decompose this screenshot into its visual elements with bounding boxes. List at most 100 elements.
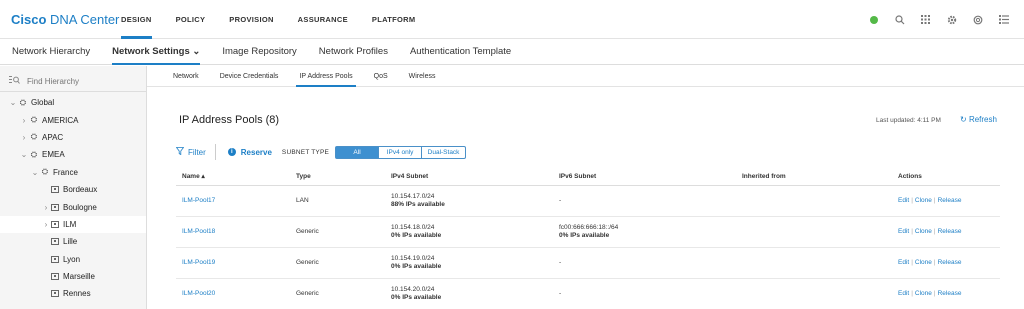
ipv6-subnet: -: [559, 197, 562, 204]
building-icon: [51, 203, 59, 211]
tree-node-lille[interactable]: Lille: [0, 233, 146, 250]
hierarchy-search-input[interactable]: [27, 76, 127, 86]
pool-name-link[interactable]: ILM-Pool17: [182, 185, 296, 217]
pool-ipv6: -: [559, 247, 742, 279]
tree-node-boulogne[interactable]: › Boulogne: [0, 198, 146, 215]
tree-node-marseille[interactable]: Marseille: [0, 268, 146, 285]
tree-node-label: France: [53, 167, 78, 177]
tree-node-label: EMEA: [42, 150, 65, 160]
pool-name-link[interactable]: ILM-Pool18: [182, 216, 296, 248]
tree-node-label: Boulogne: [63, 202, 97, 212]
topnav-platform[interactable]: PLATFORM: [360, 0, 428, 39]
search-icon[interactable]: [893, 13, 906, 26]
tab-ip-address-pools[interactable]: IP Address Pools: [296, 66, 356, 87]
chevron-right-icon[interactable]: ›: [41, 220, 51, 229]
edit-link[interactable]: Edit: [898, 290, 909, 297]
info-icon: i: [227, 148, 236, 156]
chevron-down-icon[interactable]: ⌄: [30, 168, 40, 177]
subnav-network-profiles[interactable]: Network Profiles: [308, 40, 399, 64]
pool-inherited: [742, 247, 898, 279]
column-ipv4-subnet[interactable]: IPv4 Subnet: [391, 168, 559, 186]
clone-link[interactable]: Clone: [915, 290, 932, 297]
release-link[interactable]: Release: [938, 197, 962, 204]
tab-wireless[interactable]: Wireless: [409, 66, 436, 86]
tree-node-label: Marseille: [63, 272, 96, 282]
column-inherited-from[interactable]: Inherited from: [742, 168, 898, 186]
tree-node-label: Lille: [63, 237, 78, 247]
building-icon: [51, 255, 59, 263]
topnav-design[interactable]: DESIGN: [121, 0, 164, 39]
chevron-down-icon[interactable]: ⌄: [8, 98, 18, 107]
tree-node-rennes[interactable]: Rennes: [0, 285, 146, 302]
globe-icon: ⛭: [30, 115, 38, 125]
clone-link[interactable]: Clone: [915, 197, 932, 204]
ipv6-subnet: -: [559, 259, 562, 266]
pool-ipv4: 10.154.20.0/24 0% IPs available: [391, 278, 559, 309]
column-type[interactable]: Type: [296, 168, 391, 186]
release-link[interactable]: Release: [938, 259, 962, 266]
subnet-option-ipv4-only[interactable]: IPv4 only: [379, 146, 423, 158]
tab-qos[interactable]: QoS: [374, 66, 388, 86]
tree-node-ilm[interactable]: › ILM: [0, 215, 146, 234]
status-icon[interactable]: [867, 13, 880, 26]
pool-type: Generic: [296, 278, 391, 309]
pool-type: Generic: [296, 247, 391, 279]
apps-grid-icon[interactable]: [919, 13, 932, 26]
edit-link[interactable]: Edit: [898, 197, 909, 204]
tree-node-lyon[interactable]: Lyon: [0, 251, 146, 268]
release-link[interactable]: Release: [938, 228, 962, 235]
brand-logo[interactable]: Cisco DNA Center: [11, 12, 119, 27]
menu-icon[interactable]: [997, 13, 1010, 26]
subnav-network-hierarchy[interactable]: Network Hierarchy: [0, 40, 101, 64]
tree-node-bordeaux[interactable]: Bordeaux: [0, 181, 146, 198]
clone-link[interactable]: Clone: [915, 259, 932, 266]
pool-inherited: [742, 185, 898, 217]
pool-name-link[interactable]: ILM-Pool19: [182, 247, 296, 279]
gear-icon[interactable]: [945, 13, 958, 26]
topnav-policy[interactable]: POLICY: [164, 0, 218, 39]
reserve-button[interactable]: i Reserve: [227, 148, 272, 157]
tree-node-label: Rennes: [63, 289, 91, 299]
tree-node-label: Lyon: [63, 254, 81, 264]
tree-node-apac[interactable]: › ⛭ APAC: [0, 129, 146, 146]
tab-device-credentials[interactable]: Device Credentials: [220, 66, 279, 86]
subnav-network-settings[interactable]: Network Settings ⌄: [101, 40, 211, 65]
chevron-right-icon[interactable]: ›: [19, 116, 29, 125]
tree-node-global[interactable]: ⌄ ⛭ Global: [0, 94, 146, 111]
subnav-authentication-template[interactable]: Authentication Template: [399, 40, 522, 64]
globe-icon: ⛭: [41, 167, 49, 177]
help-icon[interactable]: [971, 13, 984, 26]
edit-link[interactable]: Edit: [898, 259, 909, 266]
hierarchy-search-icon: [9, 76, 20, 86]
subnet-option-dual-stack[interactable]: Dual-Stack: [422, 147, 465, 158]
subnet-option-all[interactable]: All: [336, 146, 380, 158]
topnav-provision[interactable]: PROVISION: [217, 0, 285, 39]
tree-node-america[interactable]: › ⛭ AMERICA: [0, 111, 146, 128]
pool-name-link[interactable]: ILM-Pool20: [182, 278, 296, 309]
chevron-right-icon[interactable]: ›: [41, 203, 51, 212]
topnav-assurance[interactable]: ASSURANCE: [286, 0, 360, 39]
settings-tabs: Network Device Credentials IP Address Po…: [147, 66, 1024, 87]
subnav-image-repository[interactable]: Image Repository: [211, 40, 307, 64]
column-ipv6-subnet[interactable]: IPv6 Subnet: [559, 168, 742, 186]
edit-link[interactable]: Edit: [898, 228, 909, 235]
ipv6-subnet: fc00:666:666:18::/64: [559, 224, 619, 231]
subnet-type-toggle: All IPv4 only Dual-Stack: [335, 145, 467, 159]
building-icon: [51, 186, 59, 194]
divider: [0, 91, 146, 92]
page-title: IP Address Pools (8): [179, 114, 280, 126]
chevron-right-icon[interactable]: ›: [19, 133, 29, 142]
refresh-button[interactable]: ↻ Refresh: [960, 115, 997, 124]
tree-node-emea[interactable]: ⌄ ⛭ EMEA: [0, 146, 146, 163]
release-link[interactable]: Release: [938, 290, 962, 297]
table-header-row: Name ▴ Type IPv4 Subnet IPv6 Subnet Inhe…: [176, 168, 1000, 186]
tree-node-france[interactable]: ⌄ ⛭ France: [0, 164, 146, 181]
chevron-down-icon[interactable]: ⌄: [19, 150, 29, 159]
table-row: ILM-Pool18 Generic 10.154.18.0/24 0% IPs …: [176, 216, 1000, 248]
tab-network[interactable]: Network: [173, 66, 199, 86]
row-actions: Edit | Clone | Release: [898, 278, 1000, 309]
column-name[interactable]: Name ▴: [182, 168, 296, 186]
clone-link[interactable]: Clone: [915, 228, 932, 235]
main-content: Network Device Credentials IP Address Po…: [147, 66, 1024, 309]
filter-button[interactable]: Filter: [175, 147, 206, 157]
